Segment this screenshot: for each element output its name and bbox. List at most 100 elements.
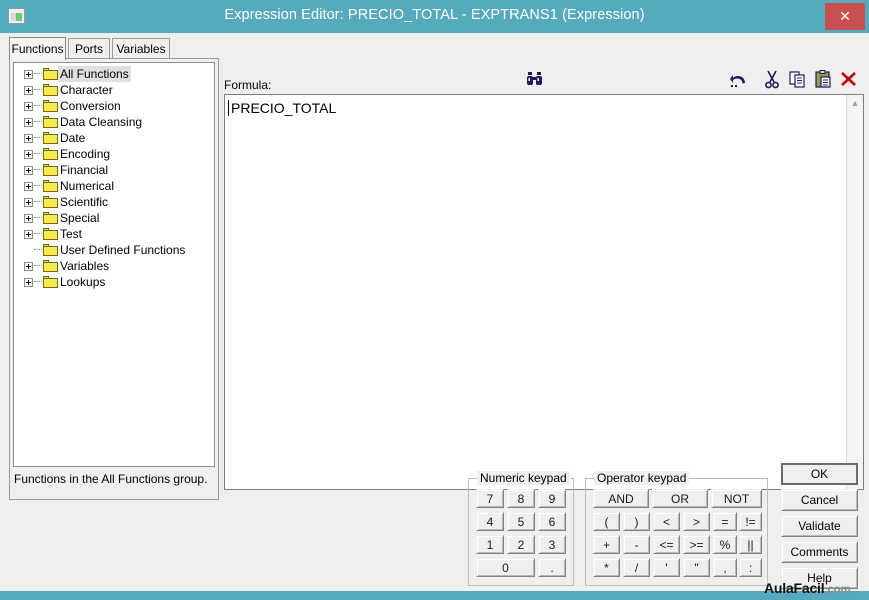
formula-scrollbar[interactable]: ▲ ▼: [846, 95, 863, 489]
key-less-equals[interactable]: <=: [653, 535, 680, 554]
tree-item-lookups[interactable]: Lookups: [18, 274, 214, 290]
folder-icon: [43, 228, 58, 240]
key-single-quote[interactable]: ': [653, 558, 680, 577]
tree-item-variables[interactable]: Variables: [18, 258, 214, 274]
key-greater-equals[interactable]: >=: [683, 535, 710, 554]
tree-connector: [34, 105, 42, 107]
key-less-than[interactable]: <: [653, 512, 680, 531]
close-button[interactable]: ✕: [825, 3, 865, 30]
tab-ports[interactable]: Ports: [68, 38, 110, 59]
watermark-name: AulaFacil: [764, 580, 825, 596]
tree-item-character[interactable]: Character: [18, 82, 214, 98]
tree-item-financial[interactable]: Financial: [18, 162, 214, 178]
tree-list: All Functions Character Conversion Data …: [18, 66, 214, 290]
key-not-equals[interactable]: !=: [739, 512, 762, 531]
expander-icon[interactable]: [24, 86, 33, 95]
folder-icon: [43, 84, 58, 96]
tree-item-label: Date: [60, 131, 86, 145]
key-0[interactable]: 0: [476, 558, 535, 577]
key-3[interactable]: 3: [538, 535, 566, 554]
key-percent[interactable]: %: [713, 535, 737, 554]
function-tree[interactable]: All Functions Character Conversion Data …: [13, 62, 215, 467]
watermark: AulaFacil.com: [764, 580, 851, 596]
tree-connector: [34, 185, 42, 187]
comments-button[interactable]: Comments: [781, 541, 858, 563]
validate-button[interactable]: Validate: [781, 515, 858, 537]
cancel-button[interactable]: Cancel: [781, 489, 858, 511]
key-not[interactable]: NOT: [711, 489, 762, 508]
tree-item-date[interactable]: Date: [18, 130, 214, 146]
key-or[interactable]: OR: [652, 489, 708, 508]
expander-icon[interactable]: [24, 230, 33, 239]
tree-item-test[interactable]: Test: [18, 226, 214, 242]
undo-icon[interactable]: [729, 69, 751, 89]
folder-icon: [43, 244, 58, 256]
key-5[interactable]: 5: [507, 512, 535, 531]
tree-item-special[interactable]: Special: [18, 210, 214, 226]
tree-item-label: Character: [60, 83, 113, 97]
key-minus[interactable]: -: [623, 535, 650, 554]
expander-icon[interactable]: [24, 278, 33, 287]
expander-icon[interactable]: [24, 182, 33, 191]
expander-icon[interactable]: [24, 118, 33, 127]
key-slash[interactable]: /: [623, 558, 650, 577]
scissors-icon[interactable]: [761, 69, 783, 89]
key-concat[interactable]: ||: [739, 535, 762, 554]
folder-icon: [43, 212, 58, 224]
expander-icon[interactable]: [24, 134, 33, 143]
tree-item-scientific[interactable]: Scientific: [18, 194, 214, 210]
tree-item-label: Variables: [60, 259, 110, 273]
paste-icon[interactable]: [813, 69, 835, 89]
expander-icon[interactable]: [24, 166, 33, 175]
tree-item-all-functions[interactable]: All Functions: [18, 66, 214, 82]
folder-icon: [43, 260, 58, 272]
tree-item-user-defined-functions[interactable]: User Defined Functions: [18, 242, 214, 258]
key-2[interactable]: 2: [507, 535, 535, 554]
scroll-up-icon[interactable]: ▲: [847, 96, 863, 110]
expander-icon[interactable]: [24, 262, 33, 271]
tree-connector: [34, 73, 42, 75]
expander-icon[interactable]: [24, 150, 33, 159]
tree-item-data-cleansing[interactable]: Data Cleansing: [18, 114, 214, 130]
key-7[interactable]: 7: [476, 489, 504, 508]
key-paren-close[interactable]: ): [623, 512, 650, 531]
binoculars-icon[interactable]: [524, 69, 546, 89]
ok-button[interactable]: OK: [781, 463, 858, 485]
key-colon[interactable]: :: [739, 558, 762, 577]
tree-item-encoding[interactable]: Encoding: [18, 146, 214, 162]
tab-variables[interactable]: Variables: [112, 38, 170, 59]
key-equals[interactable]: =: [713, 512, 737, 531]
watermark-suffix: .com: [824, 584, 851, 596]
folder-icon: [43, 180, 58, 192]
key-4[interactable]: 4: [476, 512, 504, 531]
key-greater-than[interactable]: >: [683, 512, 710, 531]
key-9[interactable]: 9: [538, 489, 566, 508]
formula-value: PRECIO_TOTAL: [231, 100, 337, 116]
key-1[interactable]: 1: [476, 535, 504, 554]
key-and[interactable]: AND: [593, 489, 649, 508]
key-8[interactable]: 8: [507, 489, 535, 508]
tree-item-label: Lookups: [60, 275, 106, 289]
key-plus[interactable]: +: [593, 535, 620, 554]
editor-toolbar: [520, 66, 865, 93]
expander-icon[interactable]: [24, 198, 33, 207]
expander-icon[interactable]: [24, 102, 33, 111]
expander-icon[interactable]: [24, 70, 33, 79]
tree-item-numerical[interactable]: Numerical: [18, 178, 214, 194]
key-paren-open[interactable]: (: [593, 512, 620, 531]
expander-icon[interactable]: [24, 214, 33, 223]
tree-item-label: Financial: [60, 163, 109, 177]
key-double-quote[interactable]: ": [683, 558, 710, 577]
formula-editor[interactable]: PRECIO_TOTAL ▲ ▼: [224, 94, 864, 490]
tree-item-conversion[interactable]: Conversion: [18, 98, 214, 114]
numeric-keypad-title: Numeric keypad: [477, 471, 570, 485]
key-comma[interactable]: ,: [713, 558, 737, 577]
delete-x-icon[interactable]: [838, 69, 860, 89]
key-6[interactable]: 6: [538, 512, 566, 531]
key-decimal[interactable]: .: [538, 558, 566, 577]
tree-connector: [34, 169, 42, 171]
tab-functions[interactable]: Functions: [9, 37, 66, 60]
title-bar[interactable]: Expression Editor: PRECIO_TOTAL - EXPTRA…: [0, 0, 869, 33]
copy-icon[interactable]: [787, 69, 809, 89]
key-asterisk[interactable]: *: [593, 558, 620, 577]
